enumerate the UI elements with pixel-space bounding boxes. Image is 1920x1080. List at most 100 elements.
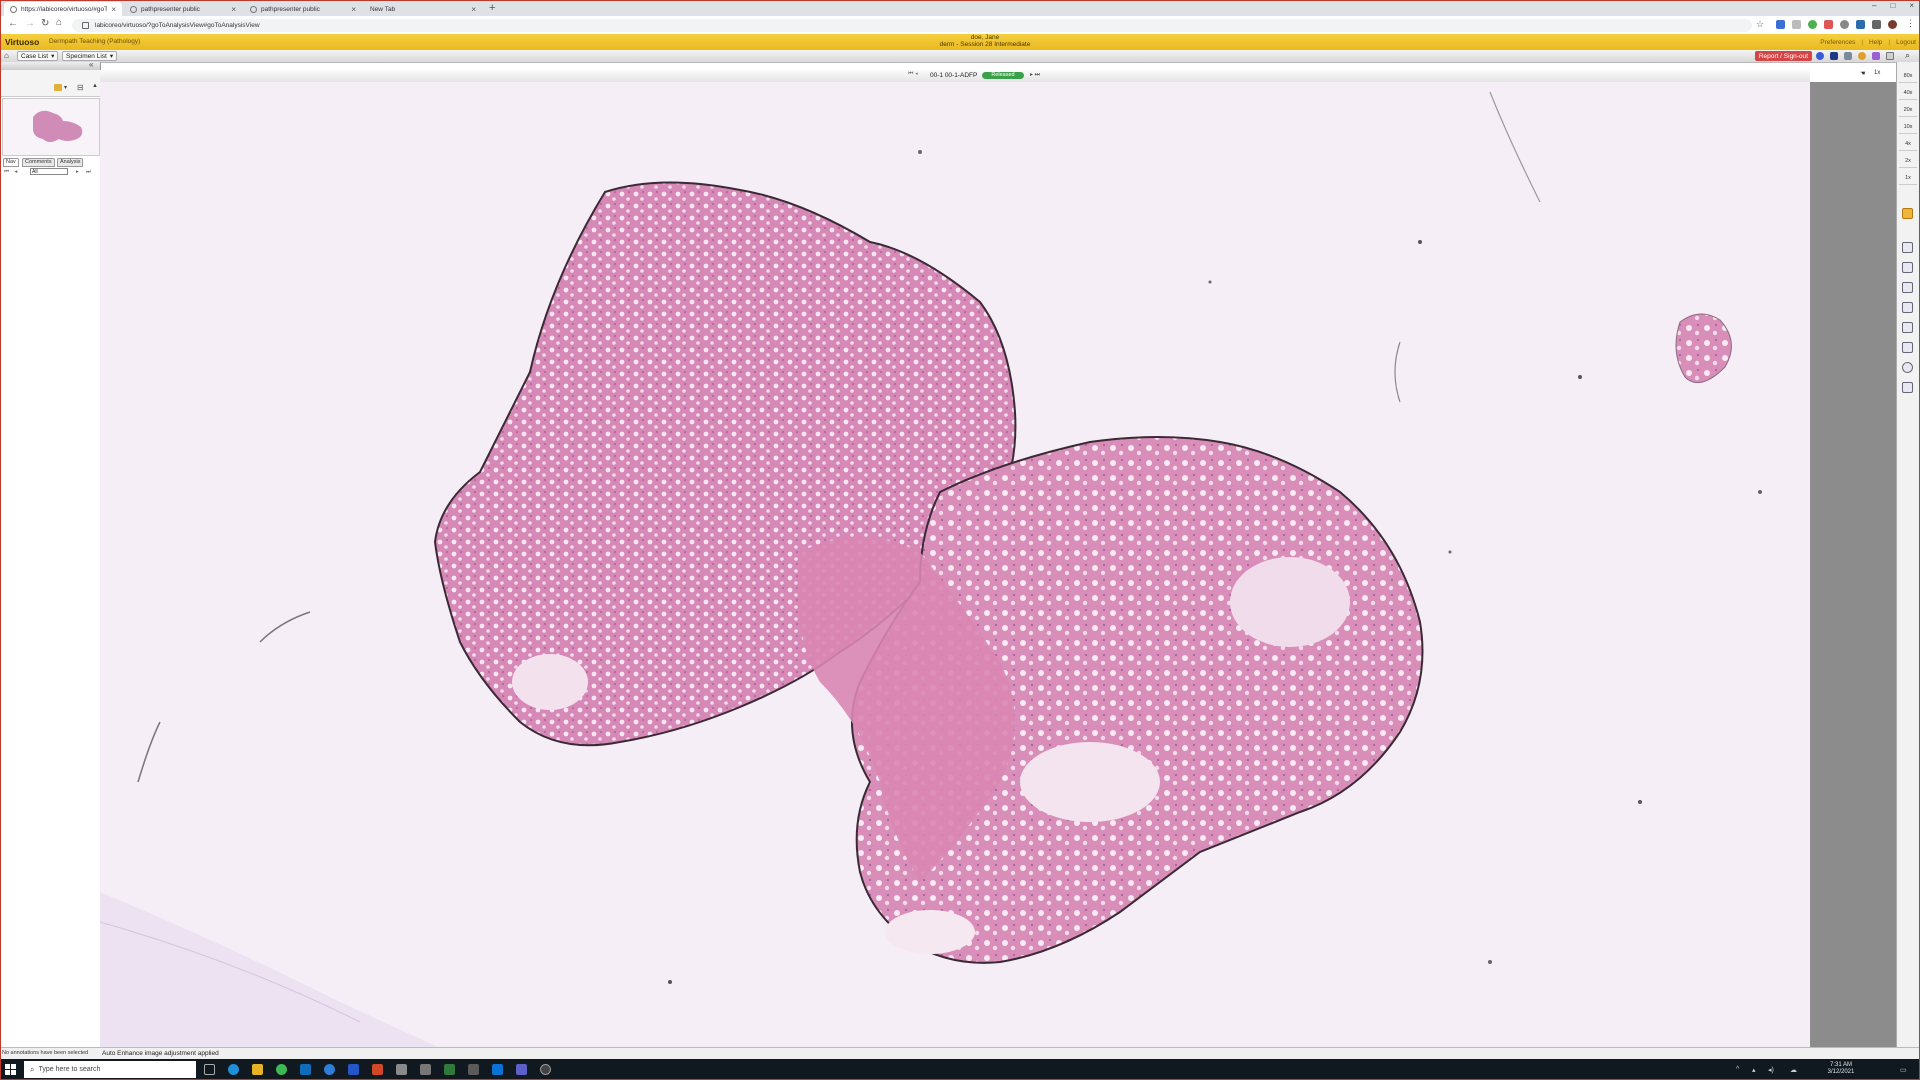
- app-icon[interactable]: [444, 1064, 455, 1075]
- pen-icon[interactable]: [1902, 342, 1913, 353]
- browser-tab-1[interactable]: https://labicoreo/virtuoso/#goTo ×: [4, 2, 122, 16]
- extension-icon[interactable]: [1776, 20, 1785, 29]
- last-page-icon[interactable]: ⏭: [86, 169, 91, 176]
- new-tab-button[interactable]: +: [489, 2, 495, 14]
- app-icon[interactable]: [372, 1064, 383, 1075]
- file-explorer-icon[interactable]: [252, 1064, 263, 1075]
- app-icon[interactable]: [324, 1064, 335, 1075]
- grid-icon[interactable]: [1872, 52, 1880, 60]
- word-icon[interactable]: [492, 1064, 503, 1075]
- browser-tab-2[interactable]: pathpresenter public ×: [124, 2, 242, 16]
- prev-page-icon[interactable]: ◂: [14, 169, 17, 175]
- taskbar-search[interactable]: ⌕ Type here to search: [24, 1061, 196, 1078]
- browser-menu-icon[interactable]: ⋮: [1906, 18, 1915, 29]
- clock[interactable]: 7:31 AM 3/12/2021: [1822, 1062, 1860, 1076]
- onedrive-icon[interactable]: ☁: [1790, 1066, 1797, 1074]
- preferences-link[interactable]: Preferences: [1820, 39, 1855, 46]
- slide-image-viewport[interactable]: [100, 82, 1810, 1048]
- ellipse-tool-icon[interactable]: [1902, 362, 1913, 373]
- next-slide-icon[interactable]: ▸ ⏭: [1030, 71, 1040, 79]
- home-icon[interactable]: ⌂: [4, 51, 9, 60]
- folder-icon[interactable]: [54, 84, 62, 91]
- app-icon[interactable]: [420, 1064, 431, 1075]
- dropdown-arrow-icon[interactable]: ▾: [64, 84, 67, 91]
- app-icon[interactable]: [468, 1064, 479, 1075]
- report-signout-button[interactable]: Report / Sign-out: [1754, 51, 1812, 61]
- notifications-icon[interactable]: ▭: [1900, 1066, 1907, 1074]
- extension-icon[interactable]: [1808, 20, 1817, 29]
- collapse-icon[interactable]: «: [89, 60, 93, 69]
- forward-icon[interactable]: →: [25, 18, 35, 29]
- case-list-menu[interactable]: Case List ▾: [17, 51, 59, 61]
- comment-icon[interactable]: [1902, 262, 1913, 273]
- back-icon[interactable]: ←: [8, 18, 18, 29]
- pin-icon[interactable]: ⊟: [77, 83, 84, 92]
- circle-tool-icon[interactable]: [1816, 52, 1824, 60]
- chrome-icon[interactable]: [276, 1064, 287, 1075]
- status-message: Auto Enhance image adjustment applied: [102, 1050, 219, 1057]
- save-icon[interactable]: [1902, 382, 1913, 393]
- book-icon[interactable]: [1830, 52, 1838, 60]
- network-icon[interactable]: ▴: [1752, 1066, 1756, 1074]
- annotation-filter-select[interactable]: All: [30, 168, 68, 175]
- ruler-icon[interactable]: [1902, 322, 1913, 333]
- zoom-2x[interactable]: 2x: [1899, 155, 1917, 168]
- tab-title: pathpresenter public: [141, 5, 200, 13]
- rectangle-tool-icon[interactable]: [1902, 242, 1913, 253]
- camera-icon[interactable]: [1902, 302, 1913, 313]
- first-page-icon[interactable]: ⏮: [4, 169, 9, 175]
- hand-tool-icon[interactable]: ☚: [1860, 70, 1865, 77]
- zoom-1x[interactable]: 1x: [1899, 172, 1917, 185]
- close-tab-icon[interactable]: ×: [111, 5, 116, 14]
- app-icon[interactable]: [396, 1064, 407, 1075]
- bulb-icon[interactable]: [1902, 208, 1913, 219]
- prev-slide-icon[interactable]: ⏮ ◂: [908, 71, 918, 78]
- slide-thumbnail[interactable]: [2, 98, 100, 156]
- maximize-icon[interactable]: □: [1890, 1, 1895, 10]
- extension-icon[interactable]: [1856, 20, 1865, 29]
- close-window-icon[interactable]: ×: [1909, 1, 1914, 10]
- tray-chevron-icon[interactable]: ^: [1736, 1066, 1739, 1073]
- app-icon[interactable]: [348, 1064, 359, 1075]
- app-icon[interactable]: [540, 1064, 551, 1075]
- extensions-puzzle-icon[interactable]: [1872, 20, 1881, 29]
- zoom-20x[interactable]: 20x: [1899, 104, 1917, 117]
- tab-nav[interactable]: Nav: [3, 158, 19, 167]
- help-link[interactable]: Help: [1869, 39, 1882, 46]
- next-page-icon[interactable]: ▸: [76, 169, 79, 175]
- browser-tab-3[interactable]: pathpresenter public ×: [244, 2, 362, 16]
- home-icon[interactable]: ⌂: [56, 17, 62, 28]
- windows-start-icon[interactable]: [5, 1064, 16, 1075]
- tag-icon[interactable]: [1844, 52, 1852, 60]
- extension-icon[interactable]: [1824, 20, 1833, 29]
- pathpresenter-icon: [130, 5, 137, 13]
- close-tab-icon[interactable]: ×: [351, 5, 356, 14]
- tab-comments[interactable]: Comments: [22, 158, 55, 167]
- extension-icon[interactable]: [1792, 20, 1801, 29]
- volume-icon[interactable]: ◂): [1768, 1066, 1774, 1074]
- logout-link[interactable]: Logout: [1896, 39, 1916, 46]
- task-view-icon[interactable]: [204, 1064, 215, 1075]
- zoom-80x[interactable]: 80x: [1899, 70, 1917, 83]
- zoom-40x[interactable]: 40x: [1899, 87, 1917, 100]
- star-tool-icon[interactable]: [1858, 52, 1866, 60]
- zoom-10x[interactable]: 10x: [1899, 121, 1917, 134]
- close-tab-icon[interactable]: ×: [231, 5, 236, 14]
- star-icon[interactable]: ☆: [1756, 19, 1764, 30]
- magnifier-icon[interactable]: ⌕: [1905, 50, 1910, 61]
- tab-analysis[interactable]: Analysis: [57, 158, 84, 167]
- window-icon[interactable]: [1886, 52, 1894, 60]
- extension-icon[interactable]: [1840, 20, 1849, 29]
- reload-icon[interactable]: ↻: [41, 18, 49, 29]
- browser-tab-4[interactable]: New Tab ×: [364, 2, 482, 16]
- teams-icon[interactable]: [516, 1064, 527, 1075]
- profile-avatar[interactable]: [1888, 20, 1897, 29]
- outlook-icon[interactable]: [300, 1064, 311, 1075]
- layers-icon[interactable]: [1902, 282, 1913, 293]
- arrow-up-icon[interactable]: ▲: [92, 83, 98, 89]
- edge-icon[interactable]: [228, 1064, 239, 1075]
- close-tab-icon[interactable]: ×: [471, 5, 476, 14]
- zoom-4x[interactable]: 4x: [1899, 138, 1917, 151]
- address-bar[interactable]: labicoreo/virtuoso/?goToAnalysisView#goT…: [72, 19, 1752, 32]
- minimize-icon[interactable]: –: [1872, 1, 1876, 10]
